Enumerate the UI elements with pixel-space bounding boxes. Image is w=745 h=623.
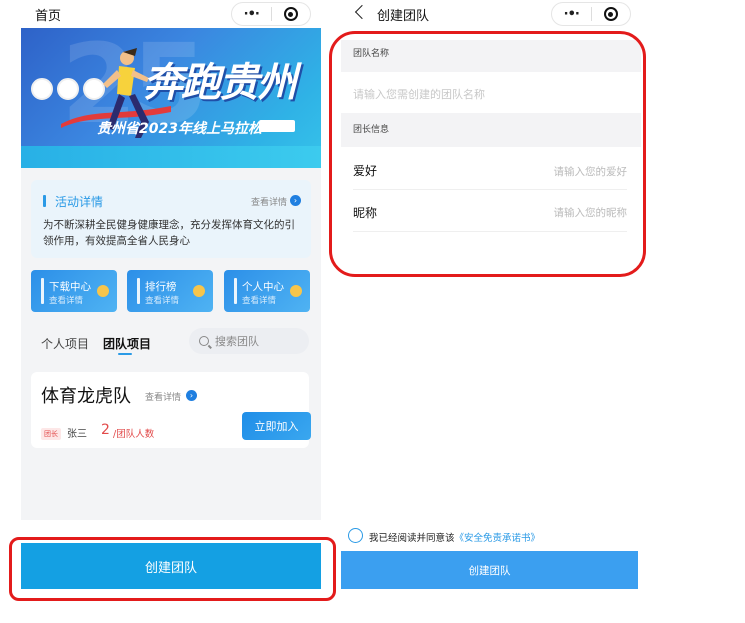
tile-title: 个人中心 (242, 281, 284, 293)
sponsor-logos (31, 78, 105, 100)
navigation-bar: 首页 ·•· (21, 0, 321, 28)
banner-sponsor-badge (259, 120, 295, 132)
close-mini-program-icon[interactable] (272, 7, 311, 21)
sponsor-logo-icon (57, 78, 79, 100)
banner-subtitle: 贵州省2023年线上马拉松 (97, 121, 262, 137)
page-title: 创建团队 (377, 9, 430, 24)
team-name: 体育龙虎队 (41, 386, 131, 407)
section-marker (43, 195, 46, 207)
close-mini-program-icon[interactable] (592, 7, 631, 21)
team-more-link[interactable]: 查看详情 (145, 390, 181, 403)
join-team-button[interactable]: 立即加入 (242, 412, 311, 440)
submit-create-team-button[interactable]: 创建团队 (341, 551, 638, 589)
more-options-icon[interactable]: ·•· (232, 7, 271, 22)
agreement-link[interactable]: 《安全免责承诺书》 (455, 533, 541, 544)
tile-subtitle: 查看详情 (49, 296, 84, 306)
tile-marker (234, 278, 237, 304)
activity-description: 为不断深耕全民健身健康理念，充分发挥体育文化的引领作用，有效提高全省人民身心 (43, 219, 295, 247)
agreement-prefix: 我已经阅读并同意该 (369, 533, 455, 544)
tile-download-center[interactable]: 下载中心 查看详情 (31, 270, 117, 312)
active-tab-indicator (118, 353, 132, 355)
tile-title: 排行榜 (145, 281, 177, 293)
tile-title: 下载中心 (49, 281, 91, 293)
mini-program-capsule[interactable]: ·•· (551, 2, 631, 26)
activity-card[interactable]: 活动详情 查看详情 › 为不断深耕全民健身健康理念，充分发挥体育文化的引领作用，… (31, 180, 311, 258)
event-banner[interactable]: 25 奔跑贵州 贵州省2023年线上马拉松 (21, 28, 321, 168)
tile-subtitle: 查看详情 (145, 296, 180, 306)
banner-bottom-stripe (21, 146, 321, 168)
activity-more-link[interactable]: 查看详情 (251, 195, 287, 208)
tile-marker (137, 278, 140, 304)
agreement-text: 我已经阅读并同意该《安全免责承诺书》 (369, 530, 540, 544)
team-member-count-label: /团队人数 (113, 429, 155, 440)
more-options-icon[interactable]: ·•· (552, 7, 591, 22)
home-screen: 首页 ·•· 25 奔跑贵州 贵州省2023年线上马拉松 (21, 0, 321, 520)
banner-title: 奔跑贵州 (143, 59, 297, 106)
search-placeholder: 搜索团队 (215, 335, 259, 348)
highlight-form-area (329, 31, 646, 277)
tile-ranking[interactable]: 排行榜 查看详情 (127, 270, 213, 312)
tile-marker (41, 278, 44, 304)
search-team-input[interactable]: 搜索团队 (189, 328, 309, 354)
team-card[interactable]: 体育龙虎队 查看详情 › 团长 张三 2 /团队人数 立即加入 (31, 372, 311, 448)
tab-team-projects[interactable]: 团队项目 (103, 335, 151, 352)
page-title: 首页 (35, 9, 62, 24)
tile-personal-center[interactable]: 个人中心 查看详情 (224, 270, 310, 312)
leader-name: 张三 (67, 429, 87, 440)
team-member-count: 2 (101, 422, 110, 438)
back-icon[interactable] (354, 4, 370, 20)
mini-program-capsule[interactable]: ·•· (231, 2, 311, 26)
chevron-right-icon[interactable]: › (186, 390, 197, 401)
highlight-create-button (9, 537, 336, 601)
arrow-circle-icon (290, 285, 302, 297)
sponsor-logo-icon (31, 78, 53, 100)
activity-title: 活动详情 (55, 195, 104, 209)
arrow-circle-icon (193, 285, 205, 297)
arrow-circle-icon (97, 285, 109, 297)
agreement-radio[interactable] (348, 528, 363, 543)
search-icon (199, 336, 209, 346)
tile-subtitle: 查看详情 (242, 296, 277, 306)
chevron-right-icon[interactable]: › (290, 195, 301, 206)
leader-badge: 团长 (41, 428, 61, 440)
tab-personal-projects[interactable]: 个人项目 (41, 335, 89, 352)
